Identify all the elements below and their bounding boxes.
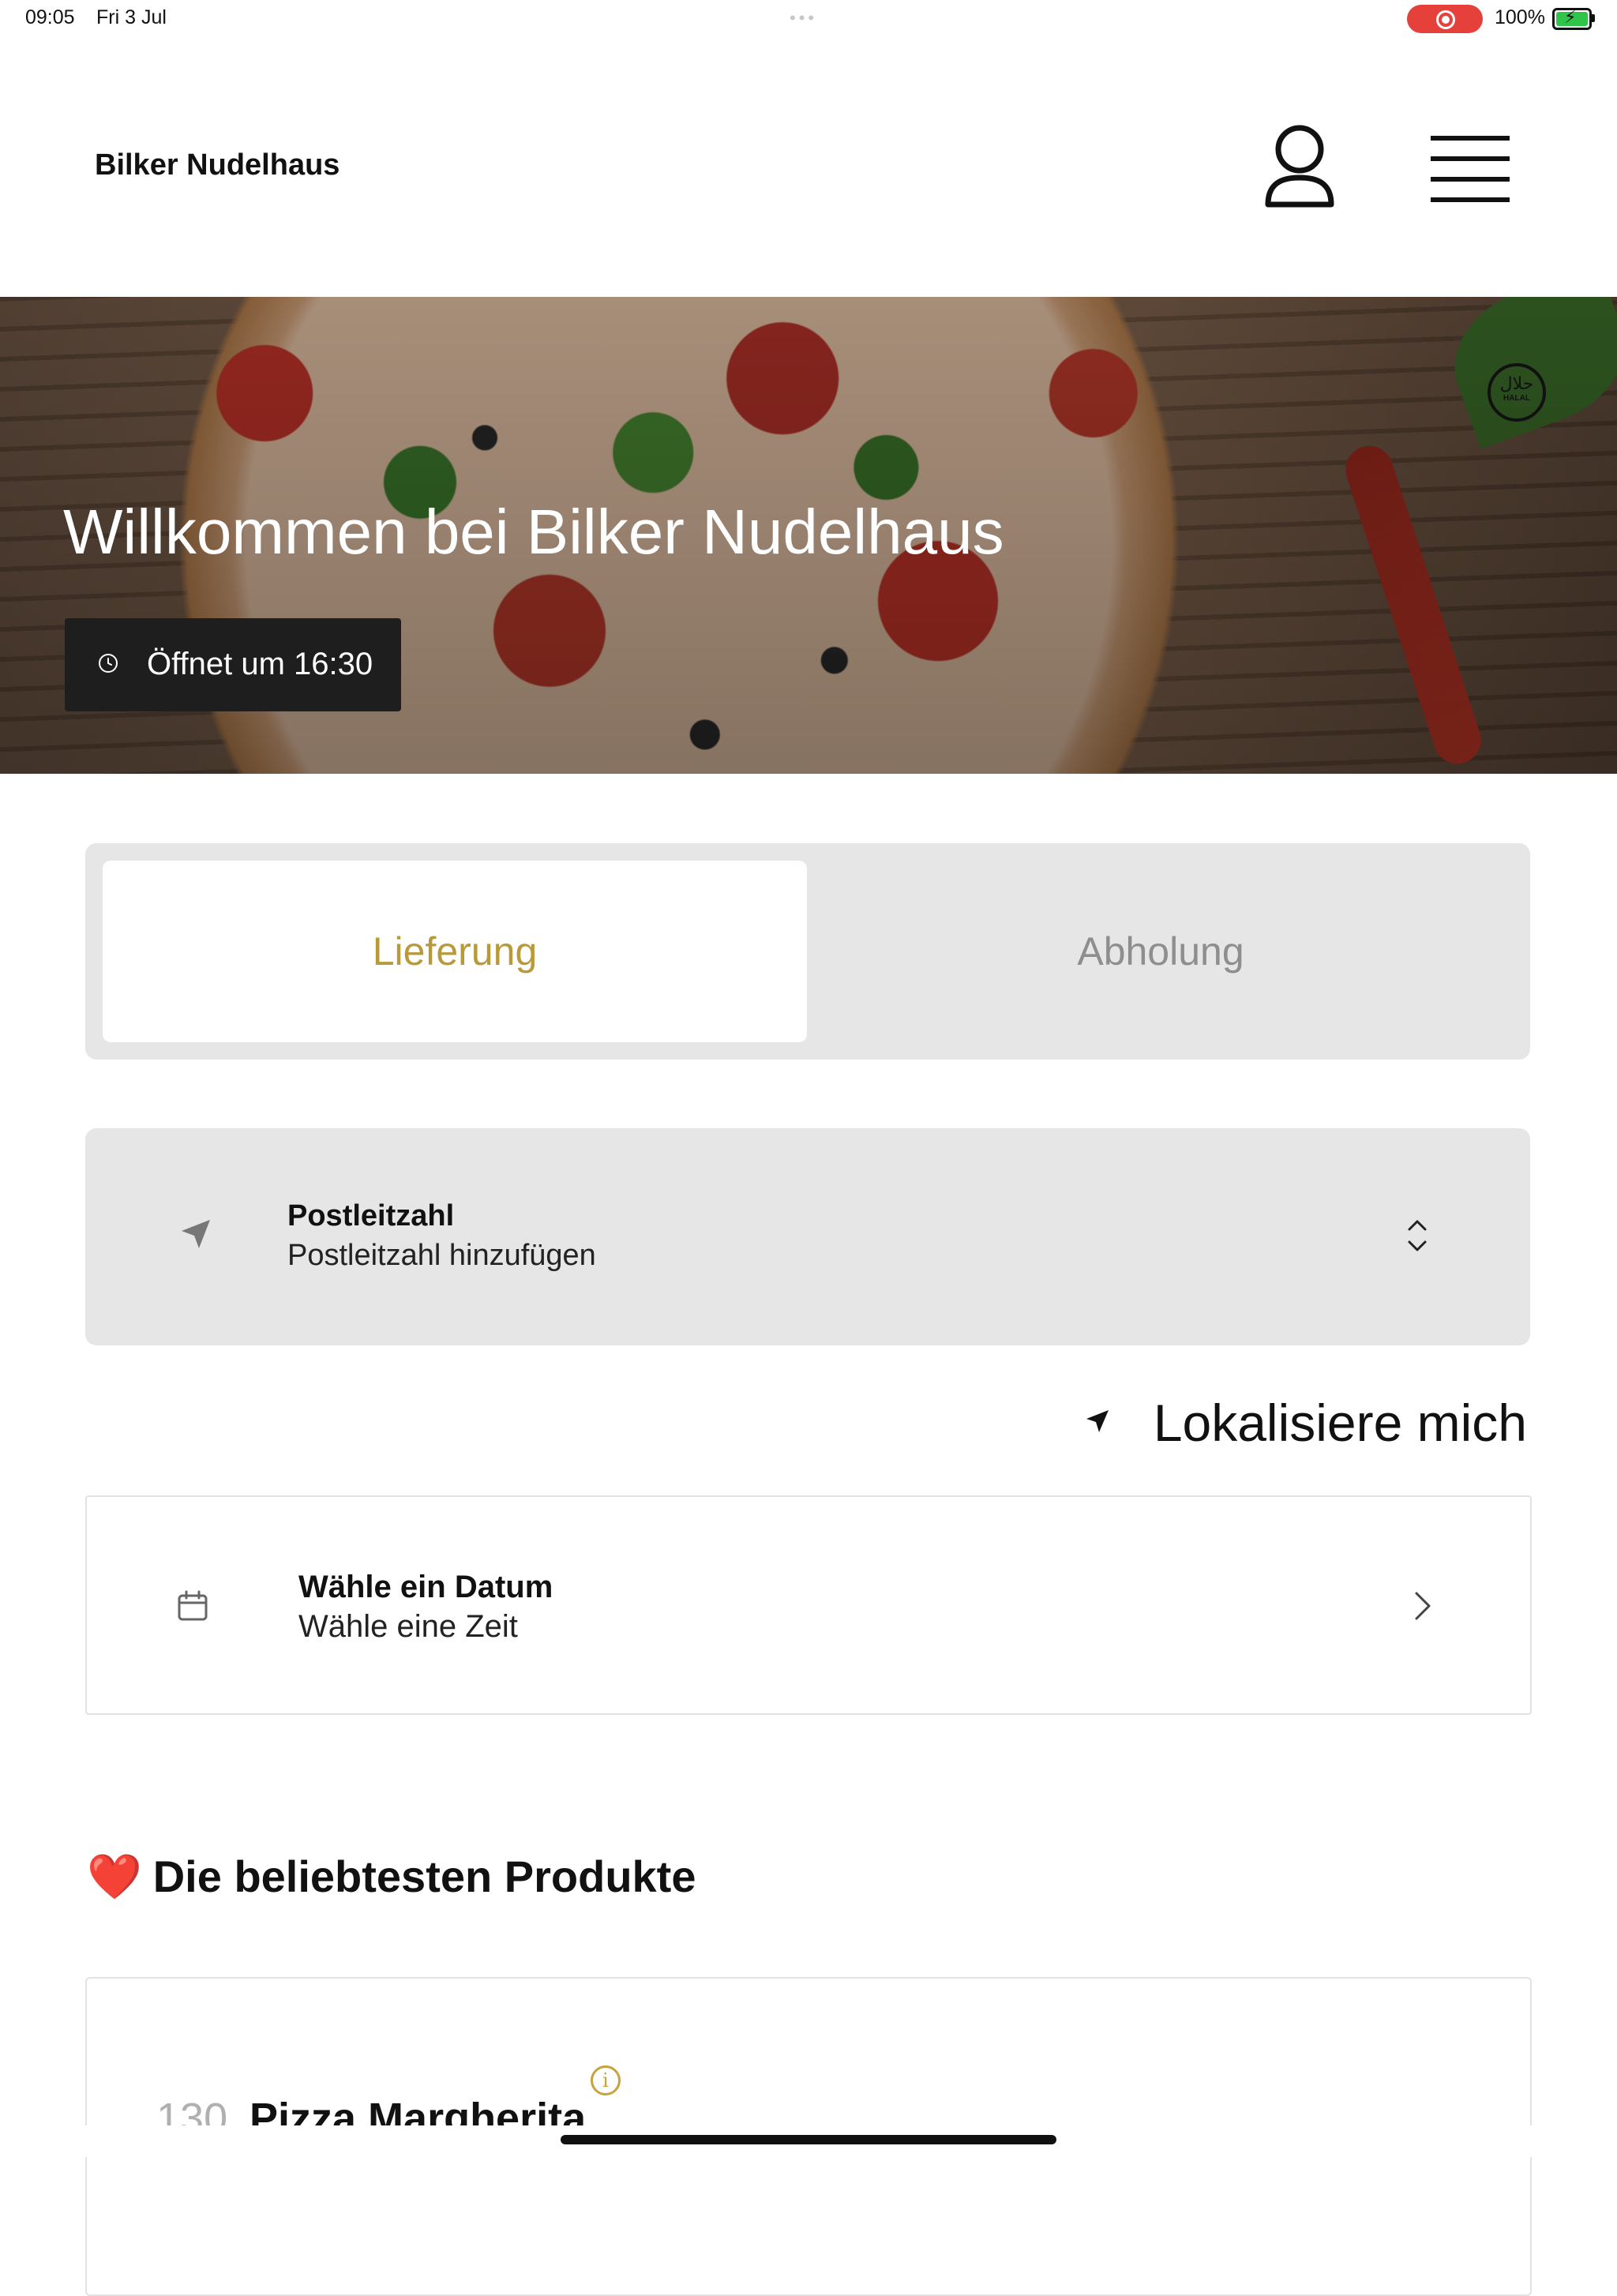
postcode-selector[interactable]: Postleitzahl Postleitzahl hinzufügen [85, 1128, 1530, 1345]
heart-icon: ❤️ [87, 1851, 142, 1901]
status-date: Fri 3 Jul [96, 6, 167, 28]
multitasking-dots[interactable]: ••• [790, 8, 817, 28]
popular-products-title: Die beliebtesten Produkte [152, 1851, 696, 1901]
home-indicator[interactable] [561, 2135, 1056, 2144]
info-icon[interactable]: i [591, 2065, 621, 2095]
locate-me-label: Lokalisiere mich [1153, 1394, 1527, 1452]
postcode-placeholder: Postleitzahl hinzufügen [287, 1239, 596, 1272]
halal-badge-icon: حلال HALAL [1488, 363, 1546, 422]
halal-badge-arabic: حلال [1499, 373, 1534, 393]
tab-delivery[interactable]: Lieferung [103, 861, 807, 1042]
chevron-up-down-icon [1408, 1220, 1427, 1251]
opening-time-text: Öffnet um 16:30 [147, 647, 373, 681]
date-time-picker[interactable]: Wähle ein Datum Wähle eine Zeit [85, 1495, 1532, 1715]
brand-title[interactable]: Bilker Nudelhaus [95, 148, 340, 182]
date-picker-title: Wähle ein Datum [298, 1570, 553, 1604]
opening-time-badge: Öffnet um 16:30 [65, 618, 401, 711]
popular-products-heading: ❤️ Die beliebtesten Produkte [87, 1851, 696, 1903]
screen-recording-icon[interactable] [1407, 5, 1483, 33]
date-picker-subtitle: Wähle eine Zeit [298, 1609, 518, 1644]
locate-me-button[interactable]: Lokalisiere mich [1085, 1393, 1527, 1452]
clock-icon [99, 654, 118, 673]
user-account-icon[interactable] [1263, 122, 1336, 214]
halal-badge-label: HALAL [1503, 394, 1530, 403]
order-mode-segmented-control: Lieferung Abholung [85, 843, 1530, 1060]
location-arrow-icon [1086, 1410, 1109, 1432]
postcode-label: Postleitzahl [287, 1199, 455, 1232]
location-arrow-icon [182, 1220, 210, 1248]
calendar-icon [178, 1590, 208, 1621]
hamburger-menu-icon[interactable] [1431, 134, 1510, 202]
status-time: 09:05 [25, 6, 75, 28]
tab-pickup[interactable]: Abholung [808, 861, 1513, 1042]
chevron-right-icon [1415, 1592, 1431, 1620]
hero-title: Willkommen bei Bilker Nudelhaus [63, 497, 1004, 567]
battery-percentage: 100% [1495, 6, 1545, 28]
battery-cap [1592, 14, 1595, 22]
battery-icon: ⚡ [1552, 7, 1592, 30]
